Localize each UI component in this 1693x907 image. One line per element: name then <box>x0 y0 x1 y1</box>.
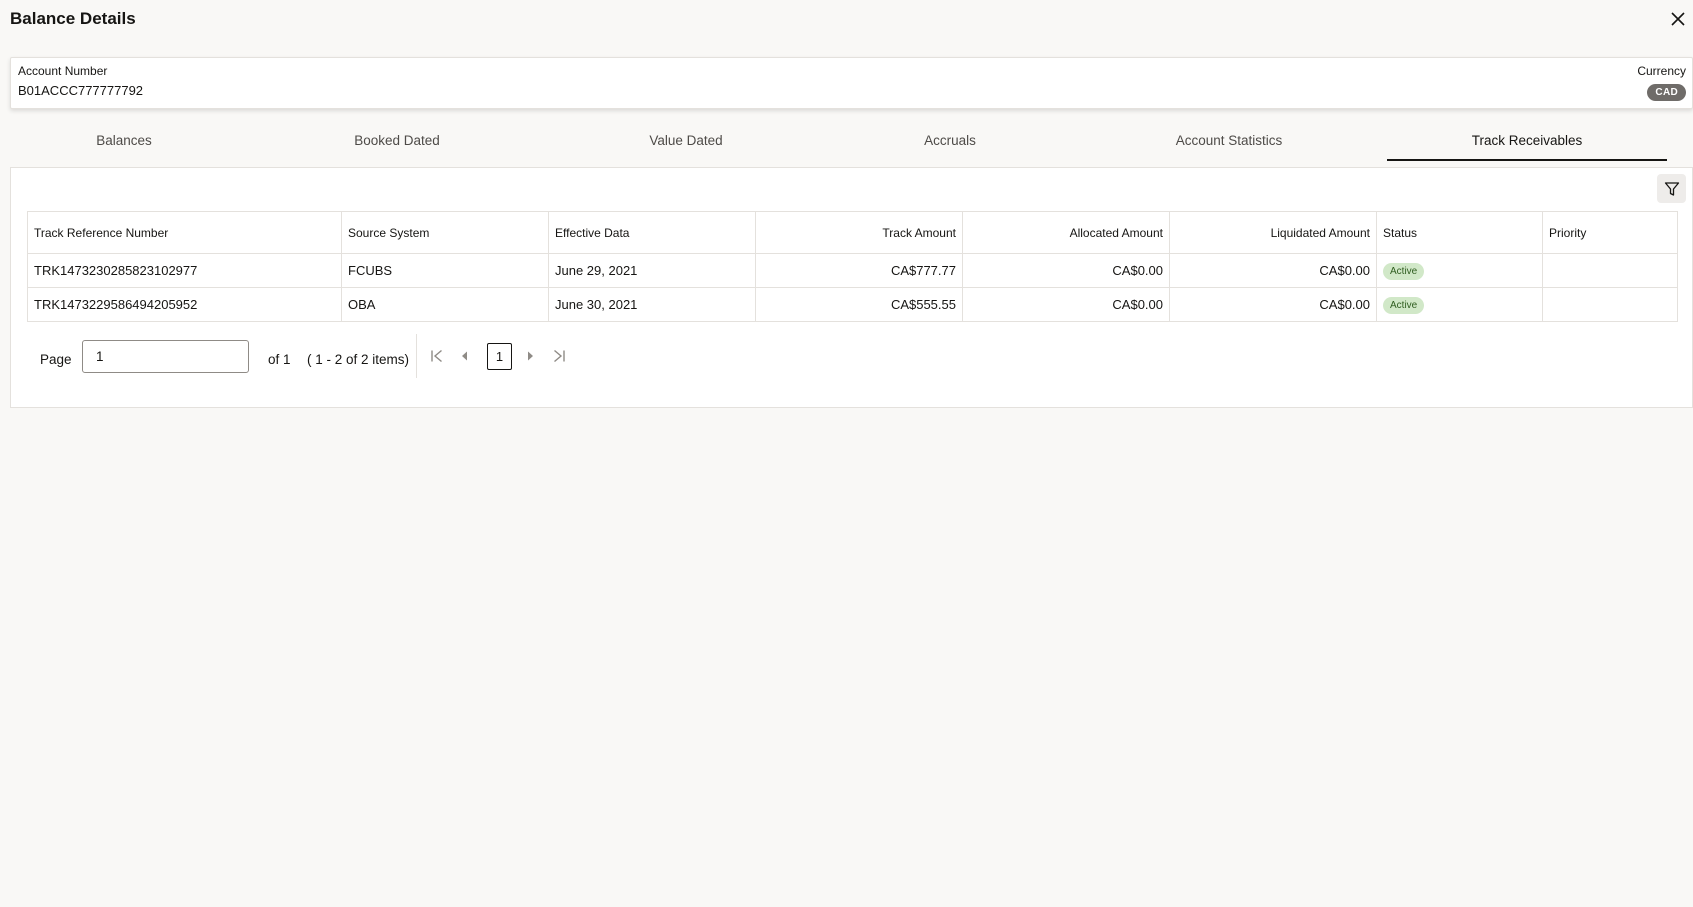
cell-priority <box>1542 253 1678 288</box>
account-summary-card: Account Number B01ACCC777777792 Currency… <box>10 57 1693 109</box>
tab-track-receivables[interactable]: Track Receivables <box>1387 123 1667 161</box>
column-header-liquidated[interactable]: Liquidated Amount <box>1169 211 1377 254</box>
current-page-button[interactable]: 1 <box>487 343 512 370</box>
last-page-button[interactable] <box>548 344 570 368</box>
column-header-source[interactable]: Source System <box>341 211 549 254</box>
table-header-row: Track Reference Number Source System Eff… <box>27 211 1678 254</box>
page-label: Page <box>40 352 72 367</box>
cell-source: FCUBS <box>341 253 549 288</box>
cell-source: OBA <box>341 287 549 322</box>
cell-status: Active <box>1376 287 1543 322</box>
previous-page-button[interactable] <box>453 344 475 368</box>
table-row[interactable]: TRK1473229586494205952 OBA June 30, 2021… <box>27 287 1678 322</box>
cell-effective: June 30, 2021 <box>548 287 756 322</box>
next-page-icon <box>528 351 533 361</box>
track-receivables-panel: Track Reference Number Source System Eff… <box>10 167 1693 408</box>
last-page-icon <box>554 349 565 363</box>
dialog-header: Balance Details <box>0 0 1693 40</box>
page-count-text: of 1 <box>268 352 291 367</box>
cell-priority <box>1542 287 1678 322</box>
tab-booked-dated[interactable]: Booked Dated <box>248 123 546 161</box>
currency-badge: CAD <box>1647 84 1686 101</box>
tab-account-statistics[interactable]: Account Statistics <box>1074 123 1384 161</box>
cell-track-amount: CA$555.55 <box>755 287 963 322</box>
cell-liquidated: CA$0.00 <box>1169 253 1377 288</box>
cell-allocated: CA$0.00 <box>962 253 1170 288</box>
pagination-bar: Page of 1 ( 1 - 2 of 2 items) 1 <box>27 334 627 380</box>
currency-label: Currency <box>1637 64 1686 78</box>
filter-icon <box>1664 181 1679 196</box>
track-receivables-table: Track Reference Number Source System Eff… <box>27 211 1678 322</box>
dialog-title: Balance Details <box>10 9 136 28</box>
account-number-label: Account Number <box>18 64 108 78</box>
column-header-priority[interactable]: Priority <box>1542 211 1678 254</box>
page-number-input[interactable] <box>82 340 249 373</box>
item-range-text: ( 1 - 2 of 2 items) <box>307 352 410 367</box>
pagination-divider <box>416 334 417 378</box>
cell-allocated: CA$0.00 <box>962 287 1170 322</box>
tab-value-dated[interactable]: Value Dated <box>546 123 826 161</box>
close-button[interactable] <box>1668 9 1688 29</box>
cell-track-amount: CA$777.77 <box>755 253 963 288</box>
cell-liquidated: CA$0.00 <box>1169 287 1377 322</box>
column-header-effective[interactable]: Effective Data <box>548 211 756 254</box>
column-header-track-amount[interactable]: Track Amount <box>755 211 963 254</box>
next-page-button[interactable] <box>520 344 542 368</box>
first-page-icon <box>431 349 442 363</box>
tab-balances[interactable]: Balances <box>10 123 238 161</box>
column-header-status[interactable]: Status <box>1376 211 1543 254</box>
cell-ref: TRK1473230285823102977 <box>27 253 342 288</box>
status-badge: Active <box>1383 262 1425 280</box>
column-header-ref[interactable]: Track Reference Number <box>27 211 342 254</box>
tab-bar: Balances Booked Dated Value Dated Accrua… <box>10 123 1693 161</box>
cell-effective: June 29, 2021 <box>548 253 756 288</box>
cell-status: Active <box>1376 253 1543 288</box>
first-page-button[interactable] <box>426 344 448 368</box>
account-number-value: B01ACCC777777792 <box>18 83 144 98</box>
filter-button[interactable] <box>1657 174 1686 203</box>
close-icon <box>1671 12 1685 26</box>
cell-ref: TRK1473229586494205952 <box>27 287 342 322</box>
column-header-allocated[interactable]: Allocated Amount <box>962 211 1170 254</box>
status-badge: Active <box>1383 296 1425 314</box>
previous-page-icon <box>462 351 467 361</box>
table-row[interactable]: TRK1473230285823102977 FCUBS June 29, 20… <box>27 253 1678 288</box>
tab-accruals[interactable]: Accruals <box>826 123 1074 161</box>
